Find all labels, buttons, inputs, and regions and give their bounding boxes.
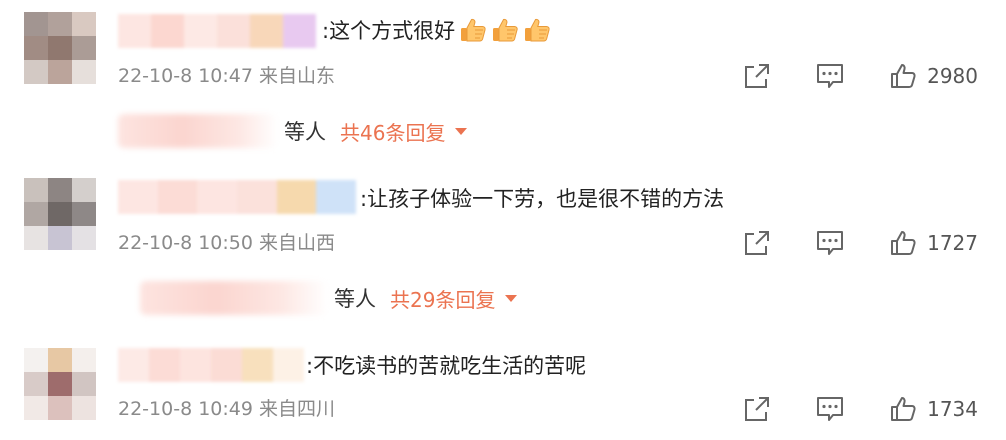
share-button[interactable] <box>743 395 771 423</box>
comment-actions: 1727 <box>699 229 978 257</box>
share-icon <box>745 231 770 255</box>
share-button[interactable] <box>743 62 771 90</box>
thumbs-emoji-group <box>459 17 555 45</box>
comment-time: 22-10-8 10:49 <box>118 398 253 420</box>
comment-icon <box>817 64 844 88</box>
like-count: 1734 <box>927 397 978 421</box>
caret-down-icon <box>505 294 518 302</box>
username-blurred[interactable] <box>118 348 304 382</box>
thumbs-up-emoji-icon <box>525 18 550 42</box>
replies-etc-label: 等人 <box>334 287 376 311</box>
avatar[interactable] <box>24 178 96 250</box>
avatar[interactable] <box>24 12 96 84</box>
replier-names-blurred <box>140 281 328 315</box>
comment-time: 22-10-8 10:50 <box>118 232 253 254</box>
reply-button[interactable] <box>815 229 845 257</box>
like-count: 1727 <box>927 231 978 255</box>
share-icon <box>745 64 770 88</box>
replies-summary: 等人 共29条回复 <box>140 281 518 315</box>
comment-meta: 22-10-8 10:49 来自四川 <box>118 397 335 421</box>
reply-button[interactable] <box>815 62 845 90</box>
comment-location: 来自山东 <box>259 65 336 87</box>
comment-actions: 1734 <box>699 395 978 423</box>
view-replies-label: 共29条回复 <box>390 287 496 312</box>
comment-meta: 22-10-8 10:50 来自山西 <box>118 231 335 255</box>
thumbs-up-emoji-icon <box>461 18 486 42</box>
comment-location: 来自山西 <box>259 232 336 254</box>
replier-names-blurred <box>118 114 278 148</box>
thumbs-up-icon <box>891 231 916 255</box>
comment-body: 让孩子体验一下劳，也是很不错的方法 <box>367 187 725 211</box>
like-button[interactable]: 1734 <box>889 395 978 423</box>
comment-icon <box>817 397 844 421</box>
comment-text: :让孩子体验一下劳，也是很不错的方法 <box>360 185 724 213</box>
like-button[interactable]: 2980 <box>889 62 978 90</box>
username-blurred[interactable] <box>118 14 316 48</box>
comment-time: 22-10-8 10:47 <box>118 65 253 87</box>
comment-actions: 2980 <box>699 62 978 90</box>
thumbs-up-icon <box>891 397 916 421</box>
thumbs-up-emoji-icon <box>493 18 518 42</box>
view-replies-label: 共46条回复 <box>340 120 446 145</box>
username-blurred[interactable] <box>118 180 356 214</box>
like-count: 2980 <box>927 64 978 88</box>
comment-text: :这个方式很好 <box>322 17 555 45</box>
like-button[interactable]: 1727 <box>889 229 978 257</box>
view-replies-link[interactable]: 共29条回复 <box>390 284 518 313</box>
comment-text: :不吃读书的苦就吃生活的苦呢 <box>306 352 586 380</box>
comment-body: 不吃读书的苦就吃生活的苦呢 <box>313 354 587 378</box>
comment-location: 来自四川 <box>259 398 336 420</box>
comment-body: 这个方式很好 <box>329 19 456 43</box>
replies-etc-label: 等人 <box>284 120 326 144</box>
caret-down-icon <box>455 127 468 135</box>
view-replies-link[interactable]: 共46条回复 <box>340 117 468 146</box>
replies-summary: 等人 共46条回复 <box>118 114 468 148</box>
reply-button[interactable] <box>815 395 845 423</box>
share-icon <box>745 397 770 421</box>
share-button[interactable] <box>743 229 771 257</box>
comment-meta: 22-10-8 10:47 来自山东 <box>118 64 335 88</box>
comment-icon <box>817 231 844 255</box>
avatar[interactable] <box>24 348 96 420</box>
thumbs-up-icon <box>891 64 916 88</box>
